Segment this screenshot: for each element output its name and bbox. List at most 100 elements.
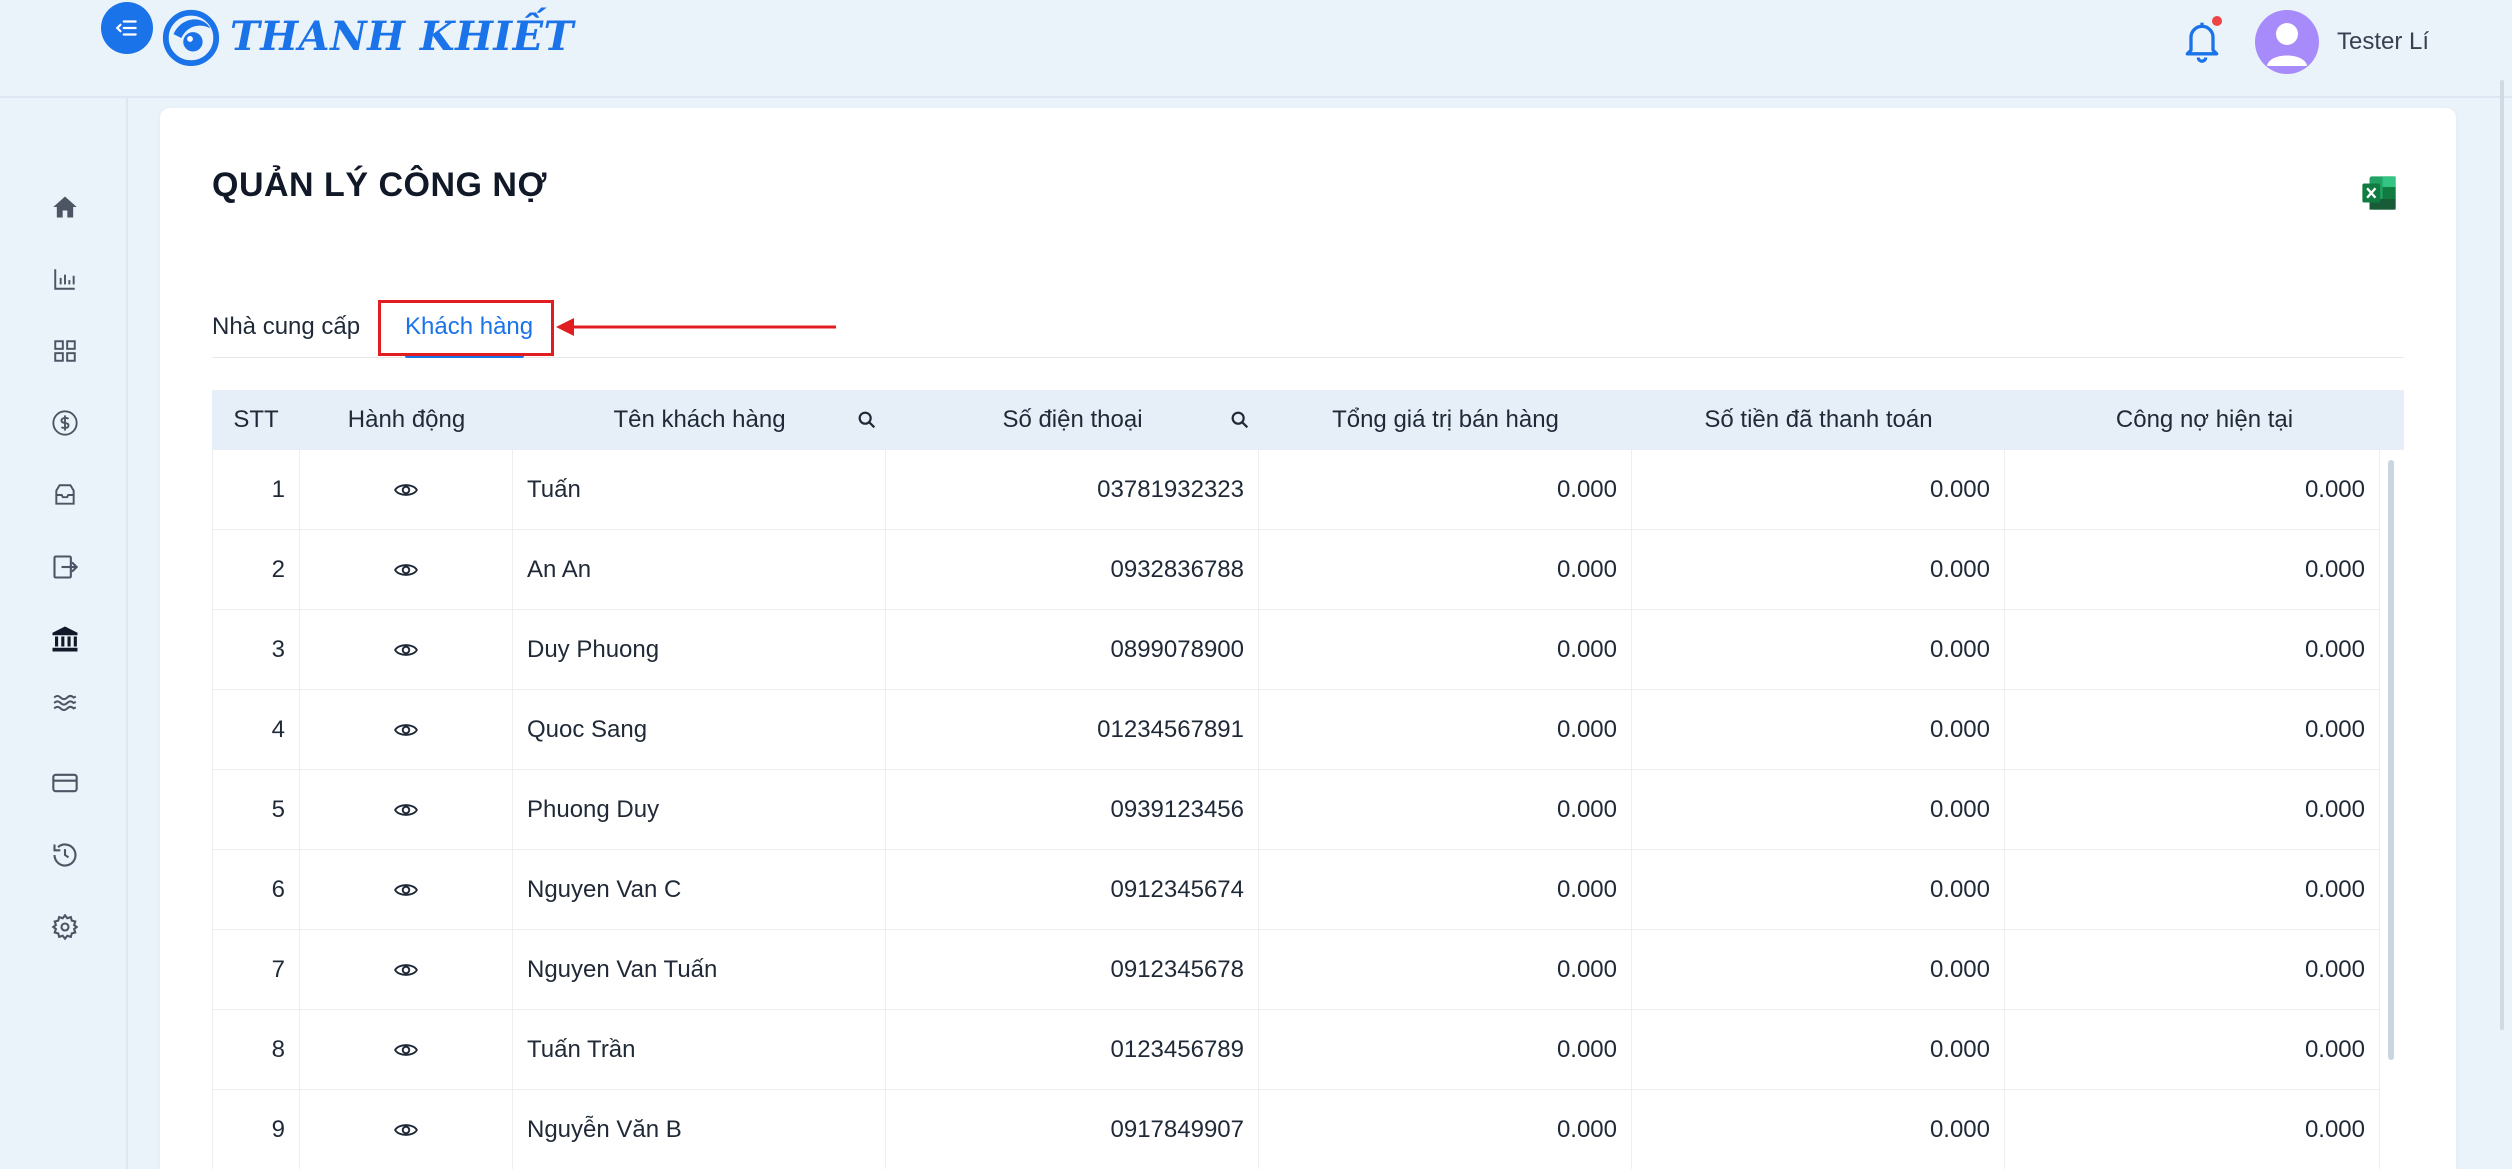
cell-total-sales: 0.000 <box>1259 450 1632 530</box>
cell-phone: 0899078900 <box>886 610 1259 690</box>
cell-current-debt: 0.000 <box>2005 690 2380 770</box>
cell-actions <box>300 850 513 930</box>
avatar <box>2255 10 2319 74</box>
table-row[interactable]: 5 Phuong Duy 0939123456 0.000 0.000 0.000 <box>212 770 2380 850</box>
page-title: QUẢN LÝ CÔNG NỢ <box>212 166 547 204</box>
cell-total-sales: 0.000 <box>1259 930 1632 1010</box>
column-header-current-debt: Công nợ hiện tại <box>2115 406 2294 433</box>
cell-phone: 0932836788 <box>886 530 1259 610</box>
table-body: 1 Tuấn 03781932323 0.000 0.000 0.000 2 An An 093… <box>212 450 2380 1169</box>
annotation-highlight-box <box>378 300 554 356</box>
grid-icon <box>54 340 76 362</box>
sidebar-item-settings[interactable] <box>40 902 90 952</box>
cell-actions <box>300 930 513 1010</box>
eye-icon[interactable] <box>393 477 419 503</box>
sidebar-item-water[interactable] <box>40 678 90 728</box>
column-header-stt: STT <box>233 406 279 433</box>
cell-stt: 2 <box>212 530 300 610</box>
user-menu[interactable]: Tester Lí <box>2255 10 2429 74</box>
table-row[interactable]: 6 Nguyen Van C 0912345674 0.000 0.000 0.000 <box>212 850 2380 930</box>
sidebar-item-export[interactable] <box>40 542 90 592</box>
export-excel-button[interactable] <box>2360 174 2398 212</box>
cell-phone: 03781932323 <box>886 450 1259 530</box>
table-row[interactable]: 8 Tuấn Trần 0123456789 0.000 0.000 0.000 <box>212 1010 2380 1090</box>
sidebar-item-finance[interactable] <box>40 398 90 448</box>
page-scrollbar[interactable] <box>2500 80 2504 1030</box>
search-icon[interactable] <box>856 409 878 431</box>
cell-paid-amount: 0.000 <box>1632 770 2005 850</box>
main-card: QUẢN LÝ CÔNG NỢ Nhà cung cấp Khách hàng … <box>160 108 2456 1169</box>
column-header-label: Số điện thoại <box>1002 406 1143 433</box>
cell-customer-name: Quoc Sang <box>513 690 886 770</box>
cell-paid-amount: 0.000 <box>1632 1010 2005 1090</box>
cell-stt: 1 <box>212 450 300 530</box>
table-row[interactable]: 9 Nguyễn Văn B 0917849907 0.000 0.000 0.000 <box>212 1090 2380 1169</box>
cell-actions <box>300 690 513 770</box>
sidebar-item-debt[interactable] <box>40 614 90 664</box>
table-row[interactable]: 4 Quoc Sang 01234567891 0.000 0.000 0.000 <box>212 690 2380 770</box>
sidebar-item-home[interactable] <box>40 182 90 232</box>
tab-suppliers[interactable]: Nhà cung cấp <box>212 298 360 356</box>
eye-icon[interactable] <box>393 877 419 903</box>
eye-icon[interactable] <box>393 797 419 823</box>
search-icon[interactable] <box>1229 409 1251 431</box>
cell-total-sales: 0.000 <box>1259 770 1632 850</box>
cell-customer-name: An An <box>513 530 886 610</box>
cell-stt: 8 <box>212 1010 300 1090</box>
user-name: Tester Lí <box>2337 28 2430 55</box>
column-header-customer-name: Tên khách hàng <box>513 390 886 450</box>
eye-icon[interactable] <box>393 637 419 663</box>
cell-current-debt: 0.000 <box>2005 1010 2380 1090</box>
sidebar-item-dashboard[interactable] <box>40 326 90 376</box>
sidebar-item-statistics[interactable] <box>40 254 90 304</box>
cell-stt: 5 <box>212 770 300 850</box>
cell-phone: 01234567891 <box>886 690 1259 770</box>
cell-phone: 0917849907 <box>886 1090 1259 1169</box>
eye-icon[interactable] <box>393 1037 419 1063</box>
dollar-icon <box>52 410 78 436</box>
cell-current-debt: 0.000 <box>2005 450 2380 530</box>
eye-icon[interactable] <box>393 557 419 583</box>
table-row[interactable]: 2 An An 0932836788 0.000 0.000 0.000 <box>212 530 2380 610</box>
cell-actions <box>300 530 513 610</box>
eye-icon[interactable] <box>393 717 419 743</box>
cell-total-sales: 0.000 <box>1259 530 1632 610</box>
export-icon <box>53 555 79 579</box>
cell-phone: 0912345674 <box>886 850 1259 930</box>
eye-icon[interactable] <box>393 957 419 983</box>
sidebar-item-inventory[interactable] <box>40 470 90 520</box>
credit-card-icon <box>52 773 78 793</box>
cell-customer-name: Nguyễn Văn B <box>513 1090 886 1169</box>
cell-customer-name: Tuấn Trần <box>513 1010 886 1090</box>
cell-paid-amount: 0.000 <box>1632 530 2005 610</box>
notification-bell[interactable] <box>2180 16 2226 68</box>
cell-customer-name: Nguyen Van C <box>513 850 886 930</box>
table-scrollbar[interactable] <box>2388 460 2394 1060</box>
cell-stt: 9 <box>212 1090 300 1169</box>
cell-customer-name: Tuấn <box>513 450 886 530</box>
cell-phone: 0939123456 <box>886 770 1259 850</box>
cell-paid-amount: 0.000 <box>1632 690 2005 770</box>
brand-logo[interactable]: THANH KHIẾT <box>160 4 574 68</box>
bar-chart-icon <box>54 269 75 290</box>
eye-icon[interactable] <box>393 1117 419 1143</box>
inbox-icon <box>55 484 75 505</box>
cell-total-sales: 0.000 <box>1259 610 1632 690</box>
column-header-phone: Số điện thoại <box>886 390 1259 450</box>
sidebar-item-payment[interactable] <box>40 758 90 808</box>
history-icon <box>53 843 77 867</box>
cell-stt: 3 <box>212 610 300 690</box>
menu-toggle-button[interactable] <box>101 2 153 54</box>
gear-icon <box>51 913 79 941</box>
cell-stt: 7 <box>212 930 300 1010</box>
table-row[interactable]: 1 Tuấn 03781932323 0.000 0.000 0.000 <box>212 450 2380 530</box>
cell-current-debt: 0.000 <box>2005 610 2380 690</box>
table-row[interactable]: 3 Duy Phuong 0899078900 0.000 0.000 0.000 <box>212 610 2380 690</box>
column-header-paid-amount: Số tiền đã thanh toán <box>1704 406 1933 433</box>
cell-total-sales: 0.000 <box>1259 1090 1632 1169</box>
column-header-actions: Hành động <box>347 406 466 433</box>
cell-actions <box>300 610 513 690</box>
sidebar-item-history[interactable] <box>40 830 90 880</box>
column-header-total-sales: Tổng giá trị bán hàng <box>1332 406 1559 433</box>
table-row[interactable]: 7 Nguyen Van Tuấn 0912345678 0.000 0.000 0.00… <box>212 930 2380 1010</box>
